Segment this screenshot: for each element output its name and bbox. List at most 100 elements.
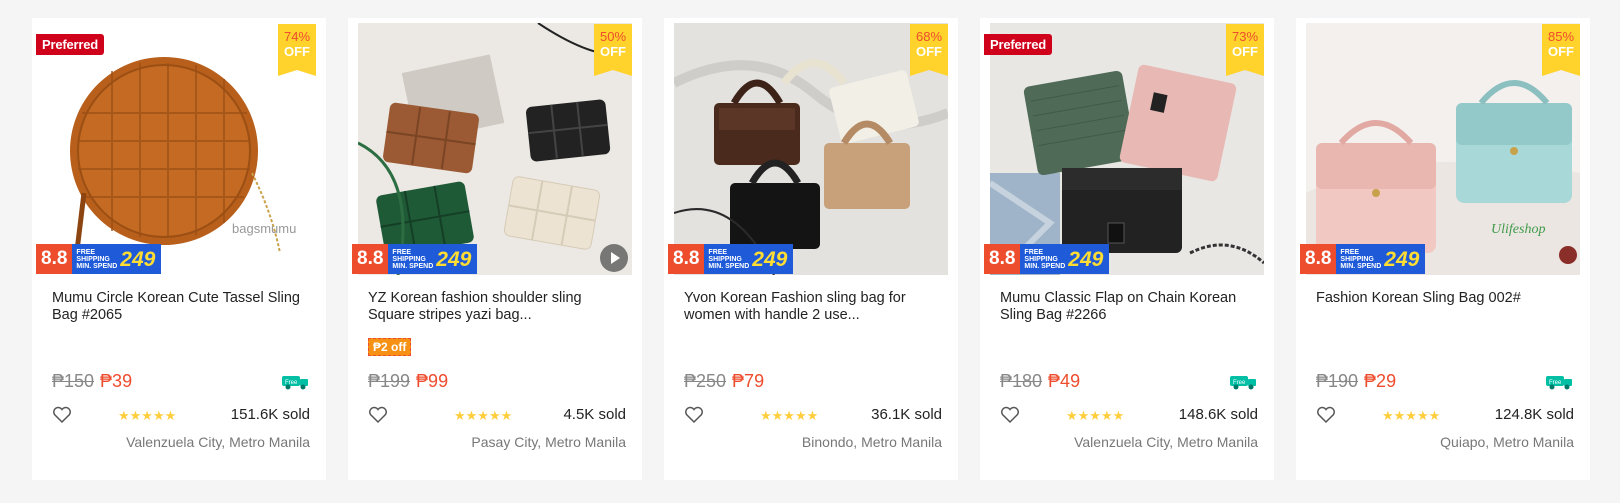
min-spend-value: 249 — [752, 247, 788, 271]
free-shipping-line3: MIN. SPEND — [1024, 262, 1066, 270]
discount-off-label: OFF — [284, 44, 310, 59]
discount-badge: 74% OFF — [278, 24, 316, 76]
sold-count: 148.6K sold — [1178, 406, 1258, 423]
original-price: ₱250 — [684, 371, 727, 391]
star-rating: ★★★★★ — [760, 408, 819, 423]
product-image[interactable]: 68% OFF 8.8 FREE SHIPPING MIN. SPEND 249 — [664, 18, 958, 280]
rating-row: ★★★★★ 36.1K sold — [684, 404, 942, 428]
sale-price: ₱39 — [100, 371, 133, 391]
rating-row: ★★★★★ 4.5K sold — [368, 404, 626, 428]
free-shipping-text: Free — [1233, 380, 1246, 386]
promo-banner: 8.8 FREE SHIPPING MIN. SPEND 249 — [352, 244, 478, 274]
free-shipping-line2: SHIPPING — [1340, 255, 1374, 263]
original-price: ₱180 — [1000, 371, 1043, 391]
free-shipping-banner: FREE SHIPPING MIN. SPEND 249 — [72, 244, 162, 274]
heart-icon[interactable] — [1000, 406, 1020, 424]
product-photo: Ulifeshop — [1306, 23, 1580, 275]
heart-icon[interactable] — [52, 406, 72, 424]
free-shipping-text: Free — [1549, 380, 1562, 386]
promo-sale-label: 8.8 — [36, 244, 73, 274]
discount-percent: 50% — [599, 29, 627, 44]
sale-price: ₱79 — [732, 371, 765, 391]
star-rating: ★★★★★ — [454, 408, 513, 423]
discount-badge: 68% OFF — [910, 24, 948, 76]
free-shipping-line2: SHIPPING — [76, 255, 110, 263]
discount-percent: 85% — [1547, 29, 1575, 44]
heart-icon[interactable] — [368, 406, 388, 424]
product-photo — [990, 23, 1264, 275]
product-card[interactable]: 50% OFF 8.8 FREE SHIPPING MIN. SPEND 249 Y… — [348, 18, 642, 480]
play-video-icon[interactable] — [600, 244, 628, 272]
min-spend-value: 249 — [1384, 247, 1420, 271]
product-image[interactable]: Ulifeshop 85% OFF 8.8 FREE SHIPPING MIN. S… — [1296, 18, 1590, 280]
sale-price: ₱49 — [1048, 371, 1081, 391]
discount-badge: 73% OFF — [1226, 24, 1264, 76]
min-spend-value: 249 — [1068, 247, 1104, 271]
discount-percent: 68% — [915, 29, 943, 44]
free-shipping-banner: FREE SHIPPING MIN. SPEND 249 — [704, 244, 794, 274]
free-shipping-line3: MIN. SPEND — [392, 262, 434, 270]
shop-location: Valenzuela City, Metro Manila — [126, 434, 310, 450]
heart-icon[interactable] — [1316, 406, 1336, 424]
product-card[interactable]: 68% OFF 8.8 FREE SHIPPING MIN. SPEND 249 Y… — [664, 18, 958, 480]
promo-sale-label: 8.8 — [352, 244, 389, 274]
free-shipping-line1: FREE — [1340, 248, 1360, 256]
free-shipping-line3: MIN. SPEND — [708, 262, 750, 270]
product-image[interactable]: Preferred 73% OFF 8.8 FREE SHIPPING MIN. S… — [980, 18, 1274, 280]
product-name[interactable]: Yvon Korean Fashion sling bag for women … — [684, 290, 944, 324]
product-photo: bagsmumu — [42, 23, 316, 275]
product-name[interactable]: Fashion Korean Sling Bag 002# — [1316, 290, 1576, 307]
free-shipping-truck-icon: Free — [1546, 376, 1572, 390]
heart-icon[interactable] — [684, 406, 704, 424]
preferred-badge: Preferred — [984, 34, 1053, 55]
free-shipping-truck-icon: Free — [1230, 376, 1256, 390]
discount-off-label: OFF — [916, 44, 942, 59]
free-shipping-line1: FREE — [1024, 248, 1044, 256]
product-photo — [674, 23, 948, 275]
free-shipping-banner: FREE SHIPPING MIN. SPEND 249 — [1020, 244, 1110, 274]
product-card[interactable]: Ulifeshop 85% OFF 8.8 FREE SHIPPING MIN. S… — [1296, 18, 1590, 480]
min-spend-value: 249 — [120, 247, 156, 271]
product-grid-row: bagsmumu Preferred 74% OFF 8.8 FREE SHIPP… — [32, 18, 1590, 480]
rating-row: ★★★★★ 124.8K sold — [1316, 404, 1574, 428]
price-row: ₱190 ₱29 — [1316, 371, 1396, 392]
shop-location: Quiapo, Metro Manila — [1440, 434, 1574, 450]
product-card[interactable]: bagsmumu Preferred 74% OFF 8.8 FREE SHIPP… — [32, 18, 326, 480]
star-rating: ★★★★★ — [118, 408, 177, 423]
product-card[interactable]: Preferred 73% OFF 8.8 FREE SHIPPING MIN. S… — [980, 18, 1274, 480]
shop-location: Binondo, Metro Manila — [801, 434, 942, 450]
promo-sale-label: 8.8 — [668, 244, 705, 274]
rating-row: ★★★★★ 148.6K sold — [1000, 404, 1258, 428]
promo-sale-label: 8.8 — [984, 244, 1021, 274]
discount-off-label: OFF — [1232, 44, 1258, 59]
product-name[interactable]: Mumu Circle Korean Cute Tassel Sling Bag… — [52, 290, 312, 324]
discount-badge: 85% OFF — [1542, 24, 1580, 76]
promo-banner: 8.8 FREE SHIPPING MIN. SPEND 249 — [668, 244, 794, 274]
free-shipping-line2: SHIPPING — [1024, 255, 1058, 263]
price-row: ₱199 ₱99 — [368, 371, 448, 392]
free-shipping-line3: MIN. SPEND — [1340, 262, 1382, 270]
promo-banner: 8.8 FREE SHIPPING MIN. SPEND 249 — [984, 244, 1110, 274]
product-image[interactable]: 50% OFF 8.8 FREE SHIPPING MIN. SPEND 249 — [348, 18, 642, 280]
price-row: ₱150 ₱39 — [52, 371, 132, 392]
free-shipping-text: Free — [285, 380, 298, 386]
discount-badge: 50% OFF — [594, 24, 632, 76]
min-spend-value: 249 — [436, 247, 472, 271]
sold-count: 151.6K sold — [230, 406, 310, 423]
promo-banner: 8.8 FREE SHIPPING MIN. SPEND 249 — [36, 244, 162, 274]
product-name[interactable]: Mumu Classic Flap on Chain Korean Sling … — [1000, 290, 1260, 324]
free-shipping-line2: SHIPPING — [392, 255, 426, 263]
shop-location: Valenzuela City, Metro Manila — [1074, 434, 1258, 450]
promo-banner: 8.8 FREE SHIPPING MIN. SPEND 249 — [1300, 244, 1426, 274]
free-shipping-line1: FREE — [76, 248, 96, 256]
price-row: ₱250 ₱79 — [684, 371, 764, 392]
discount-percent: 73% — [1231, 29, 1259, 44]
price-row: ₱180 ₱49 — [1000, 371, 1080, 392]
original-price: ₱199 — [368, 371, 411, 391]
product-image[interactable]: bagsmumu Preferred 74% OFF 8.8 FREE SHIPP… — [32, 18, 326, 280]
product-name[interactable]: YZ Korean fashion shoulder sling Square … — [368, 290, 628, 324]
free-shipping-banner: FREE SHIPPING MIN. SPEND 249 — [388, 244, 478, 274]
sale-price: ₱29 — [1364, 371, 1397, 391]
product-photo — [358, 23, 632, 275]
sold-count: 124.8K sold — [1494, 406, 1574, 423]
